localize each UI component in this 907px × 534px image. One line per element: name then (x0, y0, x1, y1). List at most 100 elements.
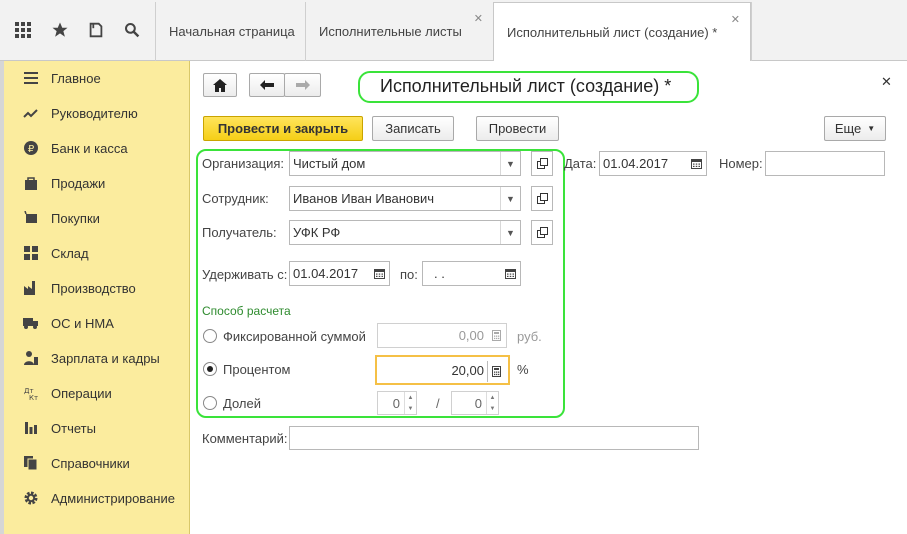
bag-icon (21, 175, 41, 191)
percent-value: 20,00 (451, 362, 484, 378)
date-value: 01.04.2017 (603, 156, 669, 171)
percent-radio[interactable] (203, 362, 217, 376)
sidebar-item-manager[interactable]: Руководителю (4, 99, 190, 127)
share-label: Долей (223, 396, 261, 411)
open-recipient-button[interactable] (531, 220, 553, 245)
share-denominator-field: 0 ▲ ▼ (451, 391, 499, 415)
date-label: Дата: (564, 156, 597, 171)
post-and-close-button[interactable]: Провести и закрыть (203, 116, 363, 141)
warehouse-icon (21, 245, 41, 261)
sidebar-item-warehouse[interactable]: Склад (4, 239, 190, 267)
number-field[interactable] (765, 151, 885, 176)
sidebar-item-label: Администрирование (51, 490, 175, 506)
close-tab-icon[interactable]: ✕ (731, 13, 740, 26)
sidebar-item-purchases[interactable]: Покупки (4, 204, 190, 232)
spinner-arrows-icon: ▲ ▼ (404, 392, 416, 414)
sidebar-item-payroll[interactable]: Зарплата и кадры (4, 344, 190, 372)
sidebar-item-operations[interactable]: Дт Кт Операции (4, 379, 190, 407)
back-button[interactable] (249, 73, 285, 97)
form-area: Исполнительный лист (создание) * ✕ Прове… (191, 61, 907, 534)
sections-sidebar: Главное Руководителю ₽ Банк и касса Прод… (4, 61, 190, 534)
fixed-sum-radio[interactable] (203, 329, 217, 343)
fixed-sum-field: 0,00 (377, 323, 507, 348)
home-button[interactable] (203, 73, 237, 97)
fixed-sum-unit: руб. (517, 329, 542, 344)
open-employee-button[interactable] (531, 186, 553, 211)
comment-field[interactable] (289, 426, 699, 450)
withhold-to-field[interactable]: . . (422, 261, 521, 286)
share-numerator-value: 0 (392, 395, 400, 411)
sidebar-item-label: ОС и НМА (51, 315, 114, 331)
share-radio[interactable] (203, 396, 217, 410)
withhold-from-value: 01.04.2017 (293, 266, 359, 281)
sidebar-item-label: Склад (51, 245, 89, 261)
organization-field[interactable]: Чистый дом ▼ (289, 151, 521, 176)
forward-button[interactable] (284, 73, 321, 97)
sidebar-item-label: Производство (51, 280, 136, 296)
svg-text:₽: ₽ (28, 144, 35, 155)
sidebar-item-label: Отчеты (51, 420, 96, 436)
sidebar-item-production[interactable]: Производство (4, 274, 190, 302)
books-icon (21, 455, 41, 471)
truck-icon (21, 315, 41, 331)
close-form-icon[interactable]: ✕ (881, 74, 892, 90)
dropdown-arrow-icon[interactable]: ▼ (500, 221, 520, 244)
factory-icon (21, 280, 41, 296)
search-icon[interactable] (117, 14, 147, 46)
more-button[interactable]: Еще ▼ (824, 116, 886, 141)
close-tab-icon[interactable]: ✕ (474, 12, 483, 25)
sidebar-item-administration[interactable]: Администрирование (4, 484, 190, 512)
sidebar-item-label: Руководителю (51, 105, 138, 121)
dropdown-arrow-icon[interactable]: ▼ (500, 187, 520, 210)
tab-bar-empty (751, 2, 907, 61)
gear-icon (21, 490, 41, 506)
share-denominator-value: 0 (474, 395, 482, 411)
history-icon[interactable] (81, 14, 111, 46)
ruble-coin-icon: ₽ (21, 140, 41, 156)
apps-grid-icon[interactable] (8, 14, 38, 46)
post-button[interactable]: Провести (476, 116, 559, 141)
employee-field[interactable]: Иванов Иван Иванович ▼ (289, 186, 521, 211)
calculator-icon (487, 325, 505, 346)
calendar-icon[interactable] (687, 153, 705, 174)
sidebar-item-fixed-assets[interactable]: ОС и НМА (4, 309, 190, 337)
dropdown-arrow-icon[interactable]: ▼ (500, 152, 520, 175)
calendar-icon[interactable] (370, 263, 388, 284)
share-separator: / (436, 396, 440, 411)
sidebar-item-label: Банк и касса (51, 140, 128, 156)
home-icon (213, 78, 227, 92)
calculator-icon[interactable] (487, 361, 505, 382)
menu-lines-icon (21, 70, 41, 86)
people-icon (21, 350, 41, 366)
share-numerator-field: 0 ▲ ▼ (377, 391, 417, 415)
fixed-sum-value: 0,00 (458, 328, 484, 343)
open-organization-button[interactable] (531, 151, 553, 176)
sidebar-item-reports[interactable]: Отчеты (4, 414, 190, 442)
tab-writs-list[interactable]: Исполнительные листы ✕ (305, 2, 493, 61)
spinner-arrows-icon: ▲ ▼ (486, 392, 498, 414)
date-field[interactable]: 01.04.2017 (599, 151, 707, 176)
sidebar-item-bank[interactable]: ₽ Банк и касса (4, 134, 190, 162)
tab-home-label: Начальная страница (169, 24, 295, 39)
sidebar-item-label: Главное (51, 70, 101, 86)
sidebar-item-label: Справочники (51, 455, 130, 471)
sidebar-item-label: Зарплата и кадры (51, 350, 160, 366)
percent-unit: % (517, 362, 529, 377)
calendar-icon[interactable] (501, 263, 519, 284)
sidebar-item-sales[interactable]: Продажи (4, 169, 190, 197)
favorites-star-icon[interactable] (45, 14, 75, 46)
tab-home[interactable]: Начальная страница (155, 2, 305, 61)
tab-writ-create[interactable]: Исполнительный лист (создание) * ✕ (493, 2, 751, 62)
open-icon (536, 158, 548, 169)
recipient-label: Получатель: (202, 225, 277, 240)
percent-field[interactable]: 20,00 (375, 355, 510, 385)
sidebar-item-main[interactable]: Главное (4, 64, 190, 92)
bar-chart-icon (21, 420, 41, 436)
chevron-down-icon: ▼ (867, 124, 876, 133)
withhold-from-field[interactable]: 01.04.2017 (289, 261, 390, 286)
sidebar-item-references[interactable]: Справочники (4, 449, 190, 477)
recipient-value: УФК РФ (293, 225, 341, 240)
recipient-field[interactable]: УФК РФ ▼ (289, 220, 521, 245)
tab-writ-create-label: Исполнительный лист (создание) * (507, 24, 718, 40)
save-button[interactable]: Записать (372, 116, 454, 141)
